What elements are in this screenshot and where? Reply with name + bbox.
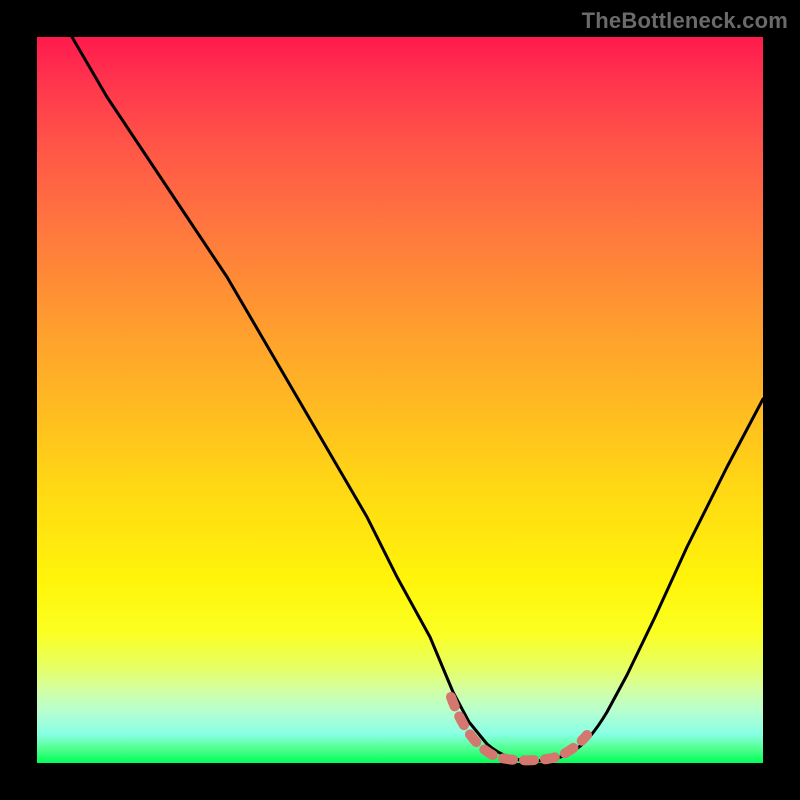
plot-area xyxy=(37,37,763,763)
chart-frame: TheBottleneck.com xyxy=(0,0,800,800)
highlight-dashes xyxy=(451,697,587,760)
watermark-text: TheBottleneck.com xyxy=(582,8,788,34)
chart-svg xyxy=(37,37,763,763)
bottleneck-curve xyxy=(72,37,763,761)
